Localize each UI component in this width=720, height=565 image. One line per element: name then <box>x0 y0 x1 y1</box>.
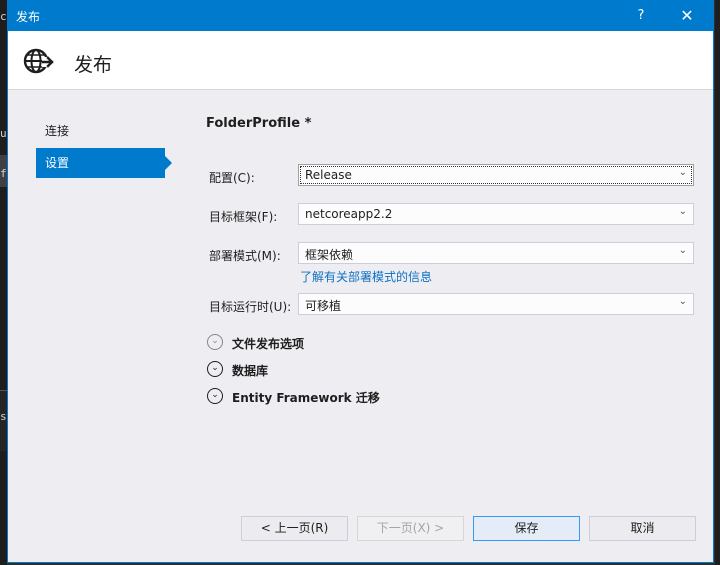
configuration-select[interactable]: Release ⌄ <box>298 164 694 186</box>
background-editor-right <box>715 0 720 565</box>
expander-label: Entity Framework 迁移 <box>232 391 380 405</box>
chevron-down-icon: ⌄ <box>678 296 687 307</box>
close-button[interactable]: ✕ <box>667 1 707 31</box>
target-runtime-select[interactable]: 可移植 ⌄ <box>298 293 694 315</box>
deployment-mode-help-link[interactable]: 了解有关部署模式的信息 <box>300 268 432 285</box>
expander-label: 文件发布选项 <box>232 337 305 351</box>
nav-item-settings[interactable]: 设置 <box>36 148 172 178</box>
background-text-fragment: u <box>0 127 7 140</box>
deployment-mode-label: 部署模式(M): <box>209 249 281 263</box>
chevron-down-icon: ⌄ <box>678 167 687 178</box>
deployment-mode-select[interactable]: 框架依赖 ⌄ <box>298 242 694 264</box>
configuration-label: 配置(C): <box>209 171 255 185</box>
chevron-down-icon: ⌄ <box>678 206 687 217</box>
target-framework-select[interactable]: netcoreapp2.2 ⌄ <box>298 203 694 225</box>
expand-chevron-icon: ⌄ <box>207 361 223 377</box>
globe-publish-icon <box>23 48 54 74</box>
title-bar[interactable]: 发布 ? ✕ <box>8 1 713 31</box>
target-framework-value: netcoreapp2.2 <box>305 207 393 221</box>
target-runtime-value: 可移植 <box>305 299 342 313</box>
expand-chevron-icon: ⌄ <box>207 334 223 350</box>
cancel-button[interactable]: 取消 <box>589 516 696 541</box>
publish-dialog: 发布 ? ✕ 发布 连接 设置 FolderProfile * 配置(C): R… <box>7 0 714 563</box>
deployment-mode-value: 框架依赖 <box>305 248 354 262</box>
page-title: 发布 <box>74 54 113 76</box>
target-framework-label: 目标框架(F): <box>209 210 278 224</box>
wizard-nav: 连接 设置 <box>36 116 176 180</box>
target-runtime-label: 目标运行时(U): <box>209 300 292 314</box>
save-button[interactable]: 保存 <box>473 516 580 541</box>
dialog-header: 发布 <box>8 31 713 90</box>
configuration-value: Release <box>305 168 352 182</box>
chevron-down-icon: ⌄ <box>678 245 687 256</box>
profile-title: FolderProfile * <box>206 116 312 131</box>
window-title: 发布 <box>16 10 41 24</box>
help-button[interactable]: ? <box>621 1 661 31</box>
nav-item-connection[interactable]: 连接 <box>36 116 176 146</box>
expand-chevron-icon: ⌄ <box>207 388 223 404</box>
next-button[interactable]: 下一页(X) > <box>357 516 464 541</box>
previous-button[interactable]: < 上一页(R) <box>241 516 348 541</box>
expander-label: 数据库 <box>232 364 269 378</box>
background-editor-left <box>0 0 7 565</box>
